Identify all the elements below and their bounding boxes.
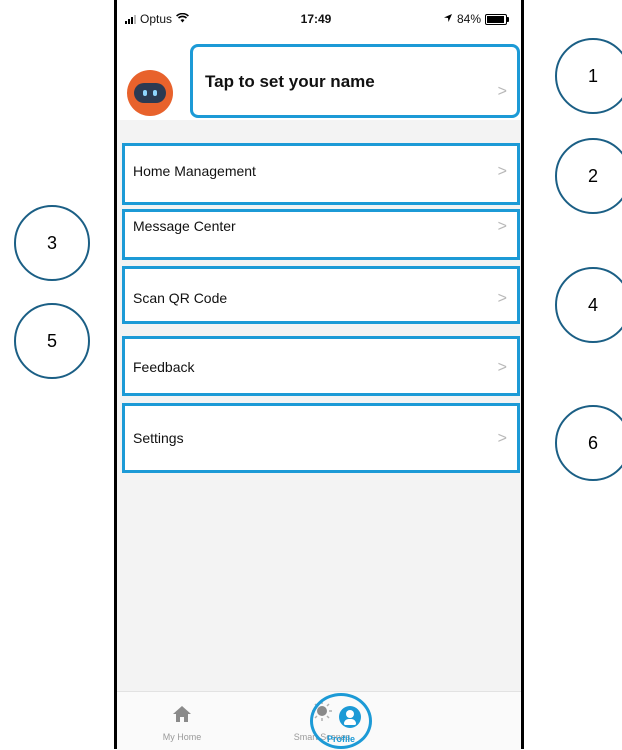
set-name-button[interactable]: Tap to set your name > [190,44,520,118]
menu-item-home-management[interactable]: Home Management > [122,143,520,205]
tab-profile[interactable]: Profile [310,693,372,749]
menu-item-scan-qr-code[interactable]: Scan QR Code > [122,266,520,324]
callout-2: 2 [555,138,622,214]
menu-item-label: Message Center [133,218,236,234]
tab-label: My Home [162,732,202,742]
profile-header: Tap to set your name > [117,38,521,120]
battery-percent: 84% [456,12,481,26]
status-bar: Optus 17:49 84% [117,0,521,38]
chevron-right-icon: > [497,359,507,376]
callout-1: 1 [555,38,622,114]
menu-item-label: Settings [133,430,184,446]
callout-6: 6 [555,405,622,481]
tab-my-home[interactable]: My Home [127,692,237,750]
callout-3: 3 [14,205,90,281]
signal-icon [125,14,136,24]
chevron-right-icon: > [497,290,507,307]
menu-item-settings[interactable]: Settings > [122,403,520,473]
avatar[interactable] [127,70,173,116]
home-icon [173,706,191,722]
profile-icon [339,706,361,728]
status-bar-left: Optus [125,12,189,26]
tab-label: Profile [326,734,355,744]
carrier-label: Optus [140,12,173,26]
location-arrow-icon [443,12,453,26]
status-bar-right: 84% [443,12,509,26]
robot-face-icon [134,83,166,103]
chevron-right-icon: > [497,218,507,235]
wifi-icon [176,12,189,26]
phone-screen: Optus 17:49 84% Tap to set your name > H… [114,0,524,750]
menu-item-label: Feedback [133,359,195,375]
chevron-right-icon: > [497,430,507,447]
chevron-right-icon: > [497,163,507,180]
chevron-right-icon: > [497,83,507,100]
menu-item-label: Home Management [133,163,256,179]
clock: 17:49 [300,12,332,26]
battery-icon [485,13,509,25]
menu-item-label: Scan QR Code [133,290,228,306]
name-prompt: Tap to set your name [205,72,375,91]
menu-item-feedback[interactable]: Feedback > [122,336,520,396]
callout-5: 5 [14,303,90,379]
menu-item-message-center[interactable]: Message Center > [122,209,520,260]
callout-4: 4 [555,267,622,343]
